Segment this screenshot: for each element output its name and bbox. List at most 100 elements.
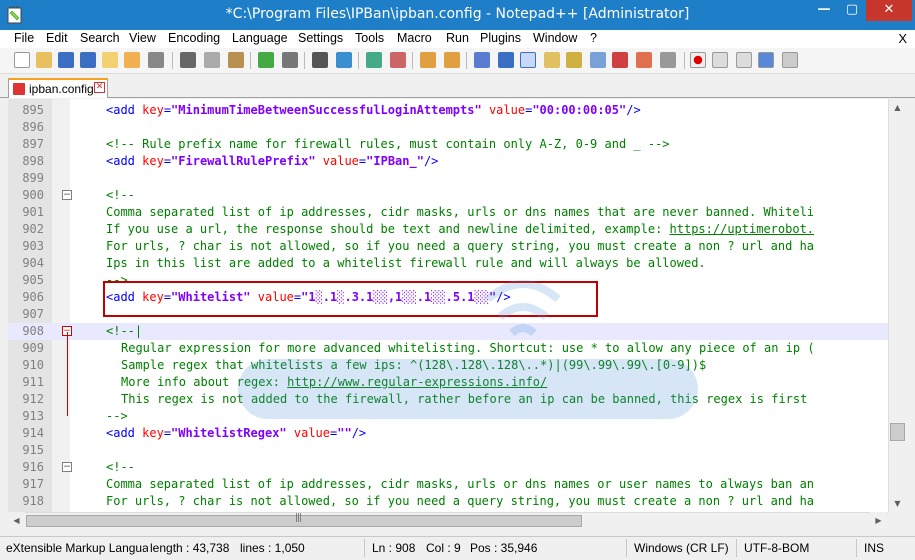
scroll-left-icon[interactable]: ◀ [8, 512, 25, 529]
scroll-down-icon[interactable]: ▼ [889, 495, 906, 512]
code-line[interactable]: 910 Sample regex that whitelists a few ip… [8, 357, 888, 374]
code-line[interactable]: 902 If you use a url, the response should… [8, 221, 888, 238]
tab-ipban-config[interactable]: ipban.config ✕ [8, 78, 108, 98]
save-all-icon[interactable] [80, 52, 96, 68]
code-token: "WhitelistRegex" [171, 426, 287, 440]
code-token: "00:00:00:05" [532, 103, 627, 117]
menu-edit[interactable]: Edit [46, 31, 68, 45]
code-line[interactable]: 918 For urls, ? char is not allowed, so i… [8, 493, 888, 510]
code-line[interactable]: 914 <add key="WhitelistRegex" value=""/> [8, 425, 888, 442]
sync-vertical-icon[interactable] [420, 52, 436, 68]
redo-icon[interactable] [282, 52, 298, 68]
folder-workspace-icon[interactable] [612, 52, 628, 68]
code-line[interactable]: 909 Regular expression for more advanced … [8, 340, 888, 357]
menu-run[interactable]: Run [446, 31, 469, 45]
menu-language[interactable]: Language [232, 31, 288, 45]
open-file-icon[interactable] [36, 52, 52, 68]
print-icon[interactable] [148, 52, 164, 68]
scroll-up-icon[interactable]: ▲ [889, 99, 906, 116]
scroll-right-icon[interactable]: ▶ [870, 512, 887, 529]
code-link[interactable]: http://www.regular-expressions.info/ [287, 375, 547, 389]
cut-icon[interactable] [180, 52, 196, 68]
code-token: Comma separated list of ip addresses, ci… [106, 205, 815, 219]
close-document-button[interactable]: X [898, 31, 907, 46]
save-macro-icon[interactable] [782, 52, 798, 68]
code-line[interactable]: 912 This regex is not added to the firewa… [8, 391, 888, 408]
record-macro-icon[interactable] [690, 52, 706, 68]
code-line[interactable]: 908− <!--| [8, 323, 888, 340]
horizontal-scroll-thumb[interactable] [26, 513, 582, 527]
menu-search[interactable]: Search [80, 31, 120, 45]
code-line[interactable]: 917 Comma separated list of ip addresses,… [8, 476, 888, 493]
code-line[interactable]: 903 For urls, ? char is not allowed, so i… [8, 238, 888, 255]
menu-encoding[interactable]: Encoding [168, 31, 220, 45]
code-line[interactable]: 911 More info about regex: http://www.reg… [8, 374, 888, 391]
menu-view[interactable]: View [129, 31, 156, 45]
code-line[interactable]: 895 <add key="MinimumTimeBetweenSuccessfu… [8, 102, 888, 119]
play-macro-icon[interactable] [736, 52, 752, 68]
code-line[interactable]: 904 Ips in this list are added to a white… [8, 255, 888, 272]
paste-icon[interactable] [228, 52, 244, 68]
undo-icon[interactable] [258, 52, 274, 68]
tab-close-icon[interactable]: ✕ [94, 82, 105, 93]
document-map-icon[interactable] [566, 52, 582, 68]
sync-horizontal-icon[interactable] [444, 52, 460, 68]
replace-icon[interactable] [336, 52, 352, 68]
horizontal-scrollbar[interactable]: ◀ ▶ [8, 512, 888, 529]
menu-plugins[interactable]: Plugins [480, 31, 521, 45]
close-file-icon[interactable] [102, 52, 118, 68]
code-line[interactable]: 900 − <!-- [8, 187, 888, 204]
copy-icon[interactable] [204, 52, 220, 68]
show-all-characters-icon[interactable] [498, 52, 514, 68]
code-link[interactable]: https://uptimerobot. [670, 222, 815, 236]
code-line[interactable]: 901 Comma separated list of ip addresses,… [8, 204, 888, 221]
code-token: "IPBan_" [366, 154, 424, 168]
code-text: <add key="FirewallRulePrefix" value="IPB… [106, 153, 438, 170]
fold-toggle-icon[interactable]: − [62, 190, 72, 200]
vertical-scroll-thumb[interactable] [890, 423, 905, 441]
code-text: Comma separated list of ip addresses, ci… [106, 204, 814, 221]
code-text: Comma separated list of ip addresses, ci… [106, 476, 814, 493]
editor-area[interactable]: 895 <add key="MinimumTimeBetweenSuccessfu… [8, 99, 888, 512]
code-line[interactable]: 898 <add key="FirewallRulePrefix" value="… [8, 153, 888, 170]
close-all-icon[interactable] [124, 52, 140, 68]
code-line[interactable]: 899 [8, 170, 888, 187]
code-token: /> [351, 426, 367, 440]
eye-icon[interactable] [660, 52, 676, 68]
code-token: <add [106, 154, 143, 168]
indent-guide-icon[interactable] [520, 52, 536, 68]
close-button[interactable]: ✕ [866, 0, 912, 21]
maximize-button[interactable]: ▢ [838, 0, 866, 21]
vertical-scrollbar[interactable]: ▲ ▼ [888, 99, 906, 512]
zoom-in-icon[interactable] [366, 52, 382, 68]
save-icon[interactable] [58, 52, 74, 68]
code-line[interactable]: 897 <!-- Rule prefix name for firewall ru… [8, 136, 888, 153]
line-number: 904 [22, 256, 44, 270]
menu-tools[interactable]: Tools [355, 31, 384, 45]
code-line[interactable]: 913 --> [8, 408, 888, 425]
code-token: value [293, 426, 330, 440]
code-token: --> [106, 409, 128, 423]
fold-toggle-icon[interactable]: − [62, 462, 72, 472]
code-line[interactable]: 896 [8, 119, 888, 136]
code-line[interactable]: 916 − <!-- [8, 459, 888, 476]
function-list-icon[interactable] [590, 52, 606, 68]
new-file-icon[interactable] [14, 52, 30, 68]
find-icon[interactable] [312, 52, 328, 68]
menu-help[interactable]: ? [590, 31, 597, 45]
stop-macro-icon[interactable] [712, 52, 728, 68]
menu-file[interactable]: File [14, 31, 34, 45]
menu-settings[interactable]: Settings [298, 31, 343, 45]
monitoring-icon[interactable] [636, 52, 652, 68]
menu-macro[interactable]: Macro [397, 31, 432, 45]
zoom-out-icon[interactable] [390, 52, 406, 68]
menu-window[interactable]: Window [533, 31, 577, 45]
code-line[interactable]: 915 [8, 442, 888, 459]
code-token: = [163, 154, 172, 168]
word-wrap-icon[interactable] [474, 52, 490, 68]
run-macro-multiple-icon[interactable] [758, 52, 774, 68]
minimize-button[interactable]: — [810, 0, 838, 21]
language-define-icon[interactable] [544, 52, 560, 68]
code-text: Ips in this list are added to a whitelis… [106, 255, 706, 272]
